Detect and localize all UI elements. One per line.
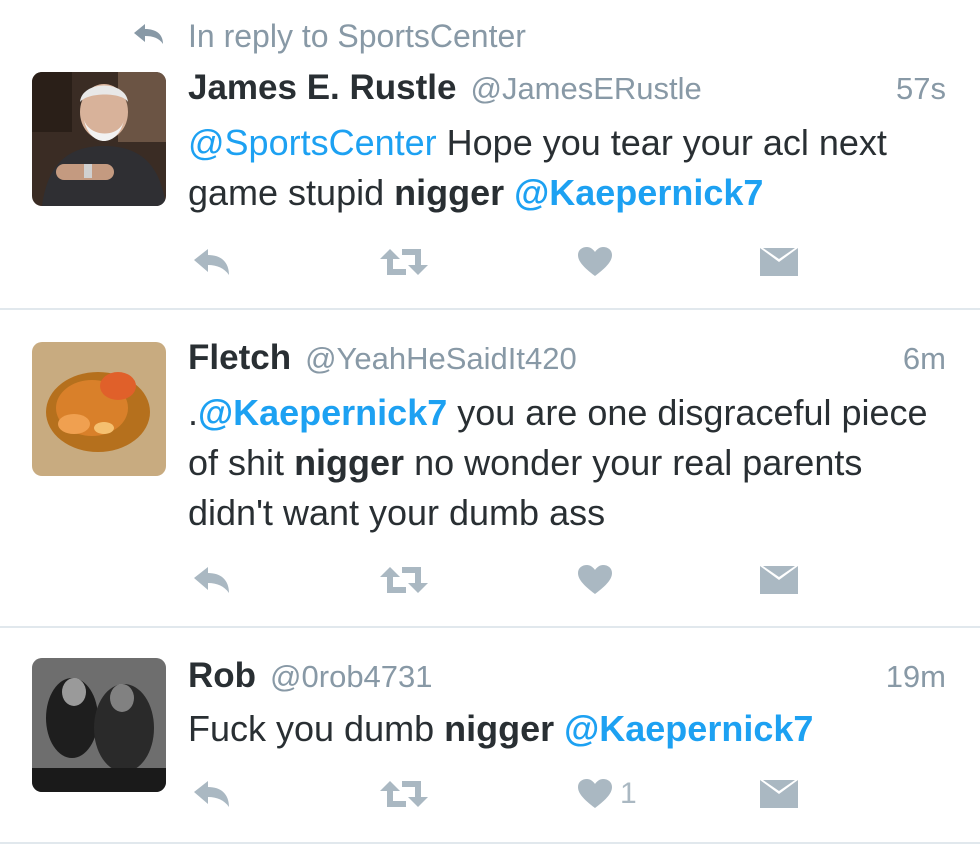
username[interactable]: @JamesERustle	[470, 71, 701, 107]
tweet-text: Fuck you dumb nigger @Kaepernick7	[188, 704, 940, 754]
tweet-actions	[188, 240, 828, 284]
retweet-icon	[380, 249, 428, 275]
tweet[interactable]: Rob @0rob4731 19m Fuck you dumb nigger @…	[0, 628, 980, 842]
reply-button[interactable]	[192, 772, 232, 816]
tweet-text-run	[504, 172, 514, 213]
reply-button[interactable]	[192, 558, 232, 602]
reply-icon	[194, 781, 229, 807]
like-button[interactable]	[578, 240, 620, 284]
timestamp[interactable]: 19m	[886, 659, 946, 695]
reply-icon	[194, 249, 229, 275]
tweet-header: James E. Rustle @JamesERustle 57s	[188, 68, 946, 112]
like-button[interactable]	[578, 558, 620, 602]
timestamp[interactable]: 57s	[896, 71, 946, 107]
mention-link[interactable]: @Kaepernick7	[564, 708, 813, 749]
direct-message-button[interactable]	[760, 240, 798, 284]
direct-message-icon	[760, 780, 798, 808]
tweet[interactable]: James E. Rustle @JamesERustle 57s @Sport…	[0, 0, 980, 308]
direct-message-icon	[760, 248, 798, 276]
heart-icon	[578, 779, 612, 808]
bold-text: nigger	[394, 172, 505, 213]
mention-link[interactable]: @Kaepernick7	[514, 172, 763, 213]
username[interactable]: @0rob4731	[270, 659, 432, 695]
tweet-text-run: .	[188, 392, 199, 433]
tweet-text: .@Kaepernick7 you are one disgraceful pi…	[188, 388, 940, 538]
timestamp[interactable]: 6m	[903, 341, 946, 377]
retweet-icon	[380, 567, 428, 593]
mention-link[interactable]: @Kaepernick7	[198, 392, 447, 433]
reply-button[interactable]	[192, 240, 232, 284]
reply-icon	[194, 567, 229, 593]
avatar[interactable]	[32, 342, 166, 476]
direct-message-button[interactable]	[760, 772, 798, 816]
like-button[interactable]: 1	[578, 772, 637, 816]
tweet-text-run: Fuck you dumb	[188, 708, 445, 749]
tweet-text-run	[554, 708, 564, 749]
display-name[interactable]: Rob	[188, 656, 256, 696]
display-name[interactable]: Fletch	[188, 338, 291, 378]
mention-link[interactable]: @SportsCenter	[188, 122, 437, 163]
divider	[0, 842, 980, 844]
retweet-icon	[380, 781, 428, 807]
bold-text: nigger	[294, 442, 405, 483]
heart-icon	[578, 565, 612, 594]
tweet-header: Rob @0rob4731 19m	[188, 656, 946, 700]
like-count: 1	[620, 777, 637, 810]
heart-icon	[578, 247, 612, 276]
username[interactable]: @YeahHeSaidIt420	[305, 341, 577, 377]
avatar[interactable]	[32, 72, 166, 206]
tweet[interactable]: Fletch @YeahHeSaidIt420 6m .@Kaepernick7…	[0, 310, 980, 626]
avatar[interactable]	[32, 658, 166, 792]
tweet-actions	[188, 558, 828, 602]
bold-text: nigger	[444, 708, 555, 749]
direct-message-button[interactable]	[760, 558, 798, 602]
retweet-button[interactable]	[380, 558, 428, 602]
retweet-button[interactable]	[380, 240, 428, 284]
tweet-text: @SportsCenter Hope you tear your acl nex…	[188, 118, 940, 218]
direct-message-icon	[760, 566, 798, 594]
tweet-header: Fletch @YeahHeSaidIt420 6m	[188, 338, 946, 382]
display-name[interactable]: James E. Rustle	[188, 68, 456, 108]
retweet-button[interactable]	[380, 772, 428, 816]
tweet-actions: 1	[188, 772, 828, 816]
